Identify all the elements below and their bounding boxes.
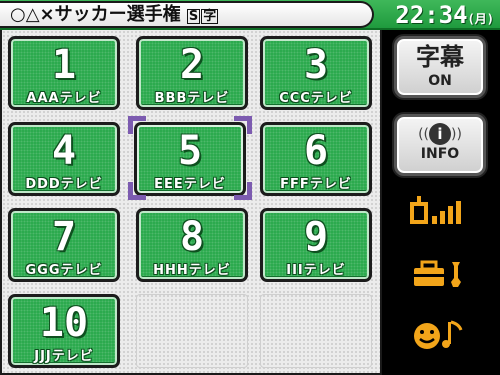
channel-tile-5[interactable]: 5 EEEテレビ	[134, 122, 246, 196]
channel-number: 4	[51, 128, 77, 174]
signal-strength-icon	[410, 194, 470, 230]
subtitle-button[interactable]: 字幕 ON	[394, 36, 486, 98]
channel-name: DDDテレビ	[25, 177, 103, 192]
badge-s: S	[186, 9, 201, 24]
badge-ji: 字	[201, 9, 219, 24]
channel-name: AAAテレビ	[26, 91, 102, 106]
channel-cell[interactable]: 8 HHHテレビ	[132, 204, 252, 288]
toolbox-wrench-icon[interactable]	[410, 256, 470, 292]
channel-cell[interactable]: 2 BBBテレビ	[132, 32, 252, 116]
channel-number: 6	[303, 128, 329, 174]
channel-cell[interactable]: 3 CCCテレビ	[256, 32, 376, 116]
subtitle-state: ON	[428, 73, 452, 89]
channel-cell[interactable]: 4 DDDテレビ	[4, 118, 124, 202]
clock-day: (月)	[467, 12, 494, 26]
channel-number: 3	[303, 42, 329, 88]
channel-name: GGGテレビ	[25, 263, 103, 278]
channel-tile-10[interactable]: 10 JJJテレビ	[8, 294, 120, 368]
channel-cell[interactable]: 7 GGGテレビ	[4, 204, 124, 288]
selection-bracket	[128, 116, 146, 134]
side-panel: 字幕 ON ((i)) INFO	[384, 30, 500, 375]
channel-cell[interactable]: 10 JJJテレビ	[4, 290, 124, 374]
empty-cell	[256, 290, 376, 374]
top-bar: ○△×サッカー選手権 S字 22:34(月)	[0, 0, 500, 30]
channel-number: 9	[303, 214, 329, 260]
channel-number: 7	[51, 214, 77, 260]
channel-tile-1[interactable]: 1 AAAテレビ	[8, 36, 120, 110]
selection-bracket	[128, 182, 146, 200]
channel-tile-9[interactable]: 9 IIIテレビ	[260, 208, 372, 282]
channel-cell[interactable]: 6 FFFテレビ	[256, 118, 376, 202]
smiley-note-icon[interactable]	[410, 316, 470, 352]
channel-number: 2	[179, 42, 205, 88]
program-title-bar: ○△×サッカー選手権 S字	[0, 1, 374, 28]
channel-tile-6[interactable]: 6 FFFテレビ	[260, 122, 372, 196]
channel-name: HHHテレビ	[153, 263, 231, 278]
program-title: ○△×サッカー選手権	[10, 4, 181, 25]
channel-number: 1	[51, 42, 77, 88]
channel-name: EEEテレビ	[154, 177, 226, 192]
info-button[interactable]: ((i)) INFO	[394, 114, 486, 176]
channel-name: FFFテレビ	[280, 177, 352, 192]
channel-grid: 1 AAAテレビ 2 BBBテレビ 3 CCCテレビ 4 DDDテレビ 5 EE…	[0, 30, 382, 375]
channel-name: BBBテレビ	[154, 91, 230, 106]
empty-cell	[132, 290, 252, 374]
empty-slot	[260, 294, 372, 368]
channel-cell-selected[interactable]: 5 EEEテレビ	[128, 116, 252, 202]
clock: 22:34(月)	[395, 0, 494, 30]
channel-number: 5	[177, 128, 203, 174]
channel-tile-7[interactable]: 7 GGGテレビ	[8, 208, 120, 282]
channel-cell[interactable]: 9 IIIテレビ	[256, 204, 376, 288]
channel-cell[interactable]: 1 AAAテレビ	[4, 32, 124, 116]
channel-tile-4[interactable]: 4 DDDテレビ	[8, 122, 120, 196]
channel-tile-3[interactable]: 3 CCCテレビ	[260, 36, 372, 110]
channel-name: JJJテレビ	[34, 349, 94, 364]
channel-tile-8[interactable]: 8 HHHテレビ	[136, 208, 248, 282]
clock-time: 22:34	[395, 1, 468, 29]
channel-name: CCCテレビ	[279, 91, 353, 106]
channel-number: 8	[179, 214, 205, 260]
selection-bracket	[234, 116, 252, 134]
channel-number: 10	[39, 300, 89, 346]
empty-slot	[136, 294, 248, 368]
subtitle-label: 字幕	[416, 43, 464, 71]
channel-tile-2[interactable]: 2 BBBテレビ	[136, 36, 248, 110]
info-icon: ((i))	[418, 123, 462, 145]
broadcast-badges: S字	[186, 9, 219, 24]
channel-name: IIIテレビ	[286, 263, 346, 278]
info-label: INFO	[420, 146, 460, 162]
selection-bracket	[234, 182, 252, 200]
